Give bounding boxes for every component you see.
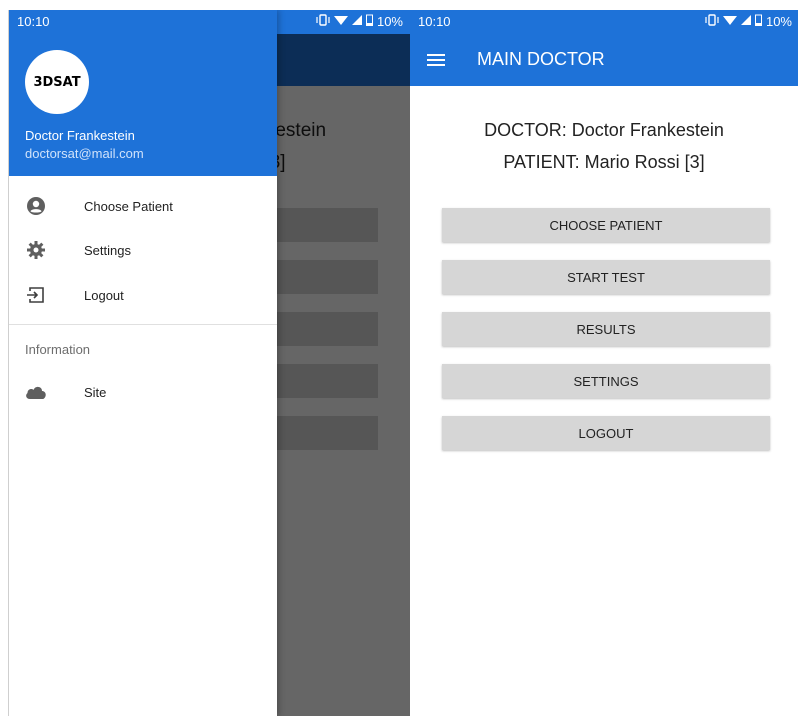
drawer-item-label: Settings	[84, 242, 131, 258]
signal-icon	[740, 14, 751, 29]
wifi-icon	[722, 14, 737, 29]
drawer-item-settings[interactable]: Settings	[9, 228, 277, 272]
results-button[interactable]: RESULTS	[442, 312, 770, 346]
drawer-item-site[interactable]: Site	[9, 370, 277, 414]
wifi-icon	[333, 14, 348, 29]
screenshot-frame: DOCTOR: Doctor Frankestein PATIENT: Mari…	[0, 0, 798, 716]
status-icons: 10%	[316, 14, 403, 29]
status-icons: 10%	[705, 14, 792, 29]
drawer-user-name: Doctor Frankestein	[25, 128, 135, 143]
battery-percent: 10%	[376, 14, 403, 29]
signal-icon	[351, 14, 362, 29]
app-toolbar: MAIN DOCTOR	[410, 34, 798, 86]
drawer-item-logout[interactable]: Logout	[9, 273, 277, 317]
cloud-icon	[25, 381, 47, 403]
settings-button[interactable]: SETTINGS	[442, 364, 770, 398]
drawer-divider	[9, 324, 277, 325]
phone-left-drawer-open: DOCTOR: Doctor Frankestein PATIENT: Mari…	[8, 10, 411, 716]
hamburger-menu-icon[interactable]	[426, 50, 446, 70]
phone-right-main-screen: 10:10 10% MAIN DOCTOR DOCTOR: Doctor Fra…	[410, 10, 798, 716]
app-logo: 3DSAT	[25, 50, 89, 114]
status-bar-right: 10:10 10%	[410, 10, 798, 34]
battery-percent: 10%	[765, 14, 792, 29]
drawer-item-label: Choose Patient	[84, 198, 173, 214]
vibrate-icon	[316, 14, 330, 29]
app-logo-text: 3DSAT	[33, 74, 81, 90]
logout-button[interactable]: LOGOUT	[442, 416, 770, 450]
drawer-section-label: Information	[25, 342, 91, 357]
drawer-item-choose-patient[interactable]: Choose Patient	[9, 184, 277, 228]
navigation-drawer: 10:10 3DSAT Doctor Frankestein doctorsat…	[9, 10, 277, 716]
account-circle-icon	[25, 195, 47, 217]
drawer-item-label: Site	[84, 384, 107, 400]
battery-icon	[754, 14, 762, 29]
patient-label: PATIENT: Mario Rossi [3]	[503, 152, 705, 172]
doctor-label: DOCTOR: Doctor Frankestein	[484, 120, 724, 140]
drawer-user-email: doctorsat@mail.com	[25, 146, 144, 161]
battery-icon	[365, 14, 373, 29]
toolbar-title: MAIN DOCTOR	[477, 49, 605, 69]
gear-icon	[25, 239, 47, 261]
vibrate-icon	[705, 14, 719, 29]
status-time: 10:10	[418, 14, 451, 29]
drawer-header: 3DSAT Doctor Frankestein doctorsat@mail.…	[9, 34, 277, 176]
start-test-button[interactable]: START TEST	[442, 260, 770, 294]
logout-icon	[25, 284, 47, 306]
choose-patient-button[interactable]: CHOOSE PATIENT	[442, 208, 770, 242]
drawer-status-strip: 10:10	[9, 10, 277, 34]
status-time: 10:10	[17, 14, 50, 29]
drawer-item-label: Logout	[84, 287, 124, 303]
